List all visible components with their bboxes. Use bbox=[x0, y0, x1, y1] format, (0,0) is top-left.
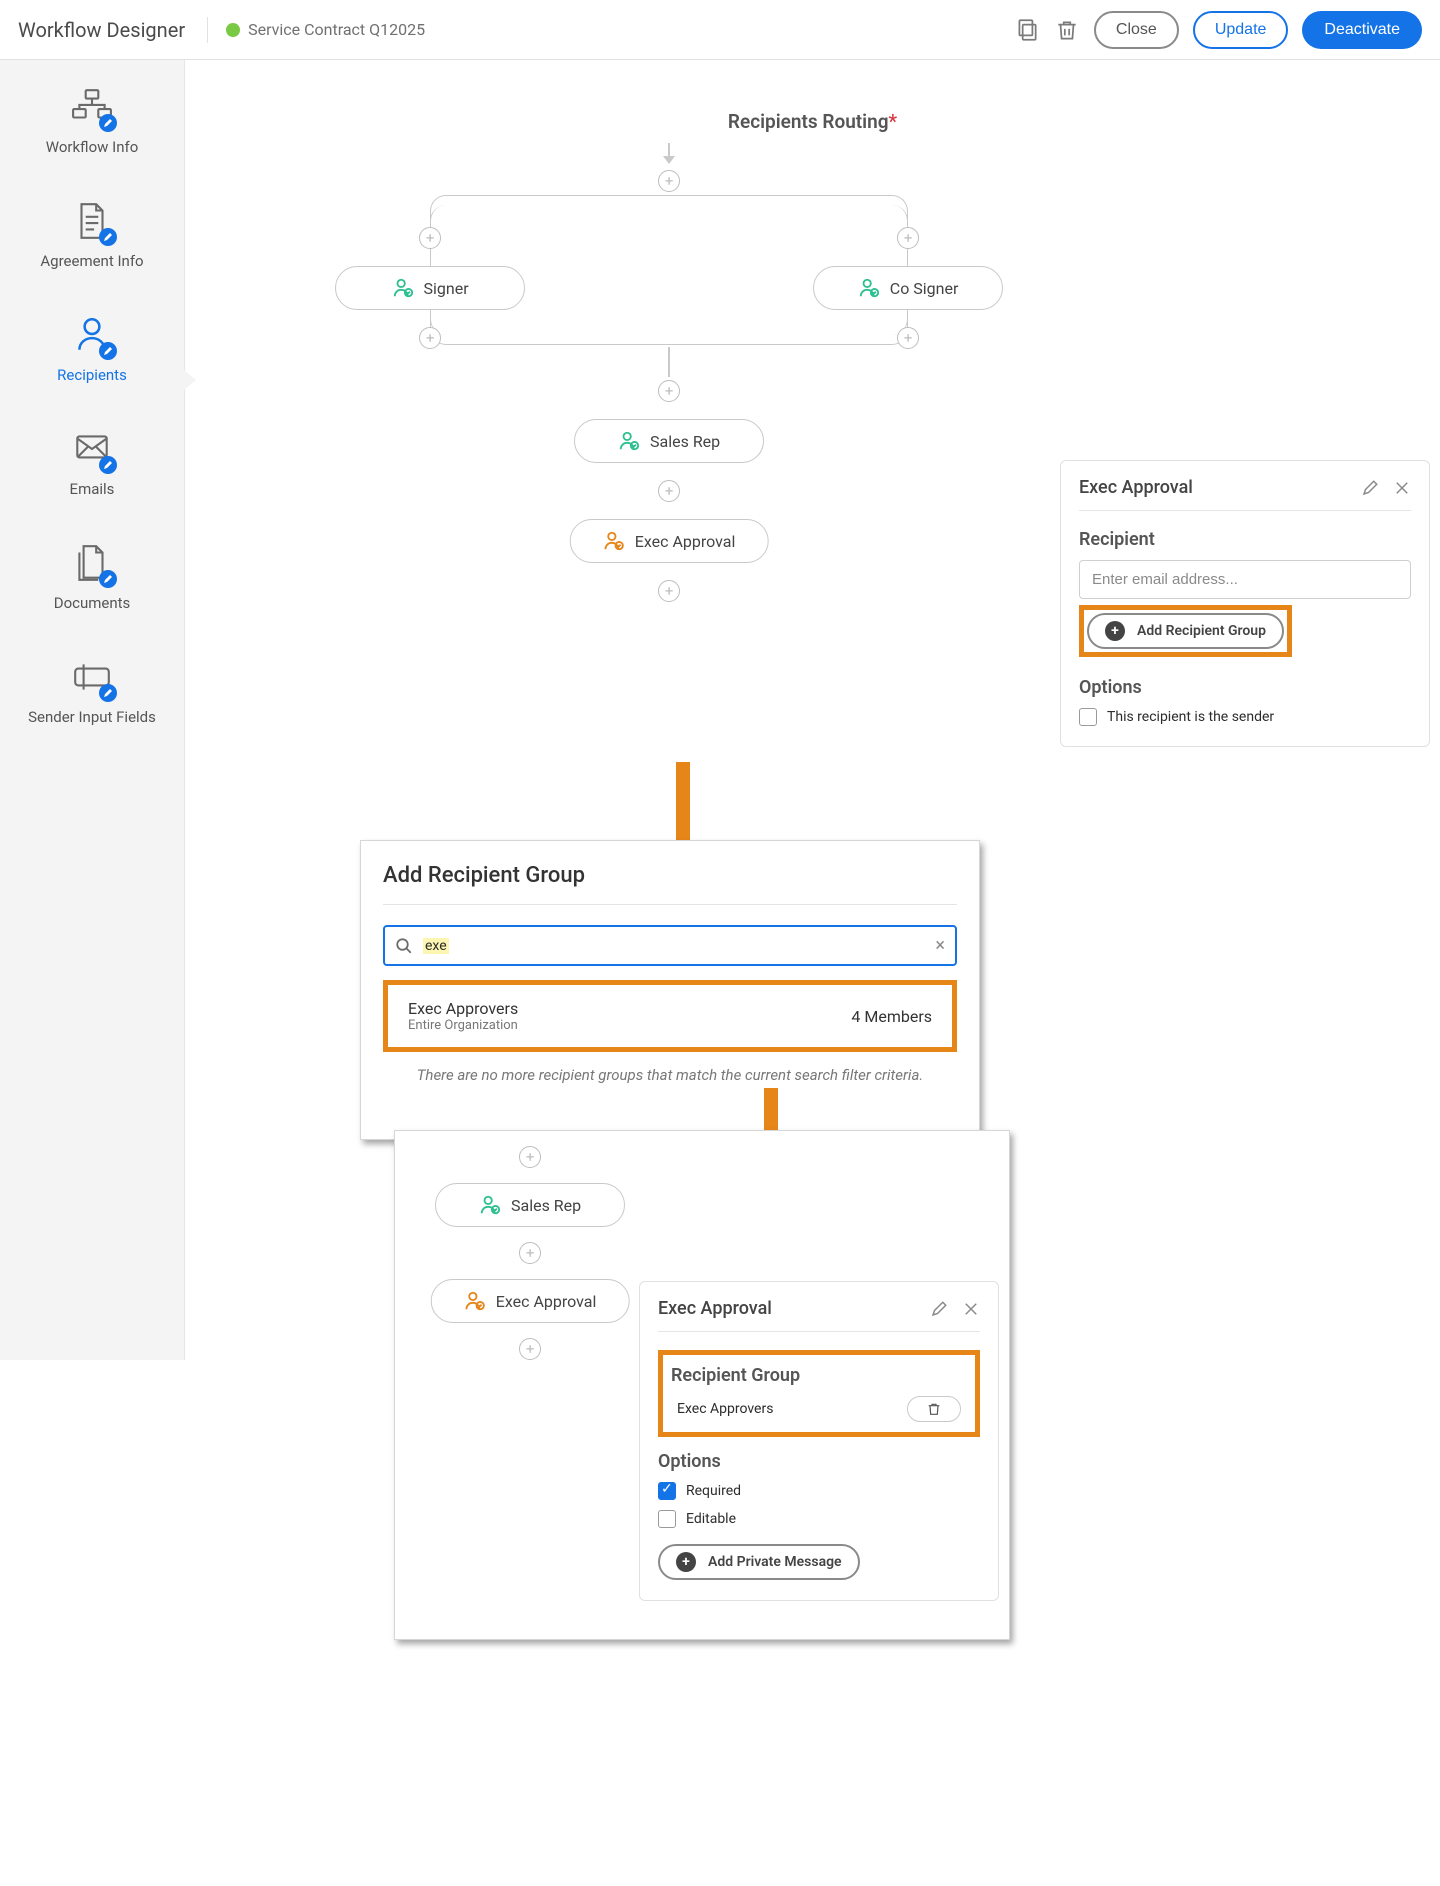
sidebar-item-recipients[interactable]: Recipients bbox=[57, 314, 127, 384]
sidebar-item-label: Workflow Info bbox=[46, 138, 139, 156]
add-node-button[interactable]: + bbox=[897, 327, 919, 349]
no-more-results-text: There are no more recipient groups that … bbox=[383, 1066, 957, 1084]
group-name: Exec Approvers bbox=[677, 1401, 773, 1417]
options-heading: Options bbox=[1079, 677, 1411, 698]
add-node-button[interactable]: + bbox=[519, 1338, 541, 1360]
routing-title: Recipients Routing* bbox=[215, 110, 1410, 133]
search-icon bbox=[395, 937, 413, 955]
remove-group-button[interactable] bbox=[907, 1396, 961, 1422]
flow-connector bbox=[668, 347, 670, 377]
result-scope: Entire Organization bbox=[408, 1018, 518, 1033]
add-node-button[interactable]: + bbox=[658, 170, 680, 192]
recipient-node-execapproval[interactable]: Exec Approval bbox=[431, 1279, 630, 1323]
add-recipient-group-button[interactable]: + Add Recipient Group bbox=[1087, 613, 1284, 649]
node-label: Sales Rep bbox=[650, 432, 720, 451]
clear-search-icon[interactable]: × bbox=[935, 935, 945, 956]
add-node-button[interactable]: + bbox=[519, 1242, 541, 1264]
workflow-name: Service Contract Q12025 bbox=[248, 20, 425, 39]
exec-approval-panel-2: Exec Approval Recipient Group Exec Appro… bbox=[639, 1281, 999, 1601]
secondary-canvas: + Sales Rep + Exec Approval + Exec Appro… bbox=[394, 1130, 1010, 1640]
sidebar-item-agreement-info[interactable]: Agreement Info bbox=[40, 200, 143, 270]
add-node-button[interactable]: + bbox=[419, 227, 441, 249]
checkbox-required[interactable] bbox=[658, 1482, 676, 1500]
exec-approval-panel: Exec Approval Recipient + Add Recipient … bbox=[1060, 460, 1430, 747]
recipient-email-input[interactable] bbox=[1079, 560, 1411, 599]
sidebar-item-label: Agreement Info bbox=[40, 252, 143, 270]
node-label: Co Signer bbox=[890, 279, 959, 298]
edit-icon[interactable] bbox=[1361, 479, 1379, 497]
sidebar-item-emails[interactable]: Emails bbox=[70, 428, 115, 498]
checkbox-label: Required bbox=[686, 1483, 741, 1499]
update-button[interactable]: Update bbox=[1193, 11, 1289, 49]
options-heading: Options bbox=[658, 1451, 980, 1472]
flow-connector bbox=[668, 143, 670, 163]
sidebar-item-sender-input-fields[interactable]: Sender Input Fields bbox=[28, 656, 156, 726]
checkbox-editable[interactable] bbox=[658, 1510, 676, 1528]
search-query-text: exe bbox=[423, 938, 449, 954]
panel-title: Exec Approval bbox=[658, 1298, 772, 1319]
node-label: Signer bbox=[424, 279, 469, 298]
result-name: Exec Approvers bbox=[408, 999, 518, 1018]
duplicate-icon[interactable] bbox=[1014, 17, 1040, 43]
node-label: Sales Rep bbox=[511, 1196, 581, 1215]
checkbox-label: Editable bbox=[686, 1511, 736, 1527]
dialog-divider bbox=[383, 904, 957, 905]
edit-badge-icon bbox=[99, 114, 117, 132]
sidebar: Workflow Info Agreement Info Recipients bbox=[0, 60, 185, 1360]
plus-icon: + bbox=[676, 1552, 696, 1572]
add-recipient-group-dialog: Add Recipient Group exe × Exec Approvers… bbox=[360, 840, 980, 1140]
group-result-row[interactable]: Exec Approvers Entire Organization 4 Mem… bbox=[383, 980, 957, 1052]
app-title: Workflow Designer bbox=[18, 18, 185, 42]
trash-icon[interactable] bbox=[1054, 17, 1080, 43]
status-dot-active bbox=[226, 23, 240, 37]
dialog-title: Add Recipient Group bbox=[383, 863, 957, 888]
highlight-group: Recipient Group Exec Approvers bbox=[658, 1350, 980, 1437]
close-icon[interactable] bbox=[962, 1300, 980, 1318]
highlight-add-group: + Add Recipient Group bbox=[1079, 605, 1292, 657]
deactivate-button[interactable]: Deactivate bbox=[1302, 11, 1422, 49]
panel-title: Exec Approval bbox=[1079, 477, 1193, 498]
sidebar-item-label: Sender Input Fields bbox=[28, 708, 156, 726]
recipient-node-cosigner[interactable]: Co Signer bbox=[813, 266, 1003, 310]
sidebar-item-label: Emails bbox=[70, 480, 115, 498]
sidebar-item-label: Recipients bbox=[57, 366, 127, 384]
result-members: 4 Members bbox=[851, 1007, 932, 1026]
sidebar-item-workflow-info[interactable]: Workflow Info bbox=[46, 86, 139, 156]
add-private-message-button[interactable]: + Add Private Message bbox=[658, 1544, 860, 1580]
checkbox-label: This recipient is the sender bbox=[1107, 709, 1274, 725]
close-icon[interactable] bbox=[1393, 479, 1411, 497]
recipient-node-execapproval[interactable]: Exec Approval bbox=[570, 519, 769, 563]
sidebar-item-label: Documents bbox=[54, 594, 131, 612]
node-label: Exec Approval bbox=[496, 1292, 597, 1311]
add-node-button[interactable]: + bbox=[658, 480, 680, 502]
add-node-button[interactable]: + bbox=[658, 580, 680, 602]
add-node-button[interactable]: + bbox=[519, 1146, 541, 1168]
close-button[interactable]: Close bbox=[1094, 11, 1179, 49]
recipient-node-salesrep[interactable]: Sales Rep bbox=[574, 419, 764, 463]
add-node-button[interactable]: + bbox=[419, 327, 441, 349]
recipient-heading: Recipient bbox=[1079, 529, 1411, 550]
group-search-input[interactable]: exe × bbox=[383, 925, 957, 966]
recipient-node-signer[interactable]: Signer bbox=[335, 266, 525, 310]
node-label: Exec Approval bbox=[635, 532, 736, 551]
header-divider bbox=[207, 17, 208, 43]
recipient-group-heading: Recipient Group bbox=[671, 1365, 967, 1386]
checkbox-sender[interactable] bbox=[1079, 708, 1097, 726]
sidebar-item-documents[interactable]: Documents bbox=[54, 542, 131, 612]
add-node-button[interactable]: + bbox=[658, 380, 680, 402]
sidebar-caret-icon bbox=[184, 370, 196, 390]
plus-icon: + bbox=[1105, 621, 1125, 641]
recipient-node-salesrep[interactable]: Sales Rep bbox=[435, 1183, 625, 1227]
add-node-button[interactable]: + bbox=[897, 227, 919, 249]
edit-icon[interactable] bbox=[930, 1300, 948, 1318]
